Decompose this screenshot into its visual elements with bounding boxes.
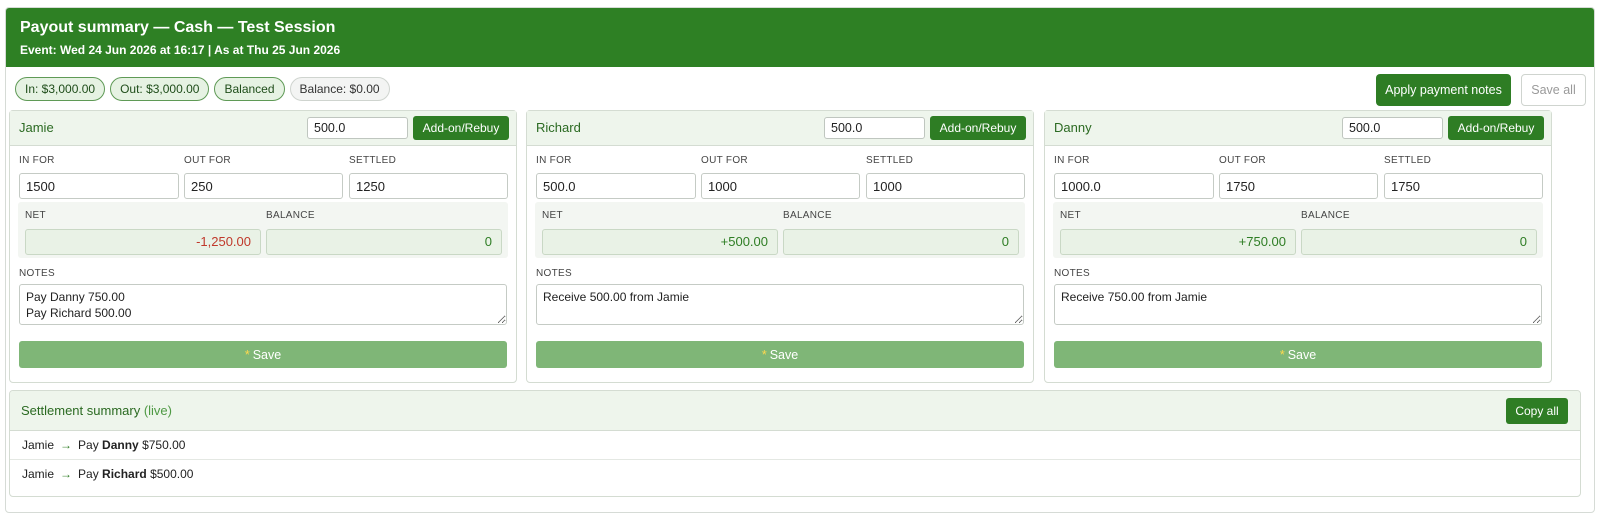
save-button[interactable]: * Save <box>536 341 1024 368</box>
unsaved-star-icon: * <box>244 347 250 362</box>
action-text: Pay <box>78 438 99 452</box>
live-tag: (live) <box>143 403 172 418</box>
save-button[interactable]: * Save <box>1054 341 1542 368</box>
addon-amount-input[interactable] <box>1342 117 1443 139</box>
arrow-right-icon: → <box>60 467 73 481</box>
out-for-label: OUT FOR <box>701 155 748 166</box>
settled-label: SETTLED <box>866 155 914 166</box>
balance-label: BALANCE <box>266 210 315 221</box>
in-for-input[interactable] <box>536 173 696 199</box>
player-card-header: Richard Add-on/Rebuy <box>527 111 1033 146</box>
arrow-right-icon: → <box>60 438 73 452</box>
notes-label: NOTES <box>536 268 572 279</box>
notes-textarea[interactable]: Receive 500.00 from Jamie <box>536 284 1024 325</box>
toolbar: In: $3,000.00 Out: $3,000.00 Balanced Ba… <box>6 67 1594 111</box>
unsaved-star-icon: * <box>1279 347 1285 362</box>
out-for-label: OUT FOR <box>184 155 231 166</box>
net-balance-section: NET BALANCE +500.00 0 <box>535 202 1025 258</box>
settlement-summary: Settlement summary (live) Copy all Jamie… <box>9 390 1581 497</box>
save-all-button[interactable]: Save all <box>1521 74 1586 106</box>
unsaved-star-icon: * <box>761 347 767 362</box>
player-cards: Jamie Add-on/Rebuy IN FOR OUT FOR SETTLE… <box>9 110 1581 383</box>
save-label: Save <box>1287 347 1317 362</box>
in-for-input[interactable] <box>1054 173 1214 199</box>
payer-name: Jamie <box>22 438 55 452</box>
apply-payment-notes-button[interactable]: Apply payment notes <box>1376 74 1511 106</box>
in-for-label: IN FOR <box>536 155 572 166</box>
out-for-label: OUT FOR <box>1219 155 1266 166</box>
in-for-label: IN FOR <box>1054 155 1090 166</box>
net-balance-section: NET BALANCE +750.00 0 <box>1053 202 1543 258</box>
net-label: NET <box>25 210 46 221</box>
settlement-row: Jamie → Pay Danny $750.00 <box>10 431 1580 460</box>
settled-label: SETTLED <box>1384 155 1432 166</box>
balanced-status-badge: Balanced <box>214 77 285 101</box>
summary-title-text: Settlement summary <box>21 403 141 418</box>
player-card-header: Danny Add-on/Rebuy <box>1045 111 1551 146</box>
player-card: Danny Add-on/Rebuy IN FOR OUT FOR SETTLE… <box>1044 110 1552 383</box>
save-label: Save <box>769 347 799 362</box>
in-for-label: IN FOR <box>19 155 55 166</box>
addon-rebuy-button[interactable]: Add-on/Rebuy <box>413 116 509 140</box>
addon-rebuy-button[interactable]: Add-on/Rebuy <box>930 116 1026 140</box>
player-card-header: Jamie Add-on/Rebuy <box>10 111 516 146</box>
net-balance-section: NET BALANCE -1,250.00 0 <box>18 202 508 258</box>
net-label: NET <box>1060 210 1081 221</box>
player-name: Danny <box>1054 120 1092 135</box>
addon-amount-input[interactable] <box>307 117 408 139</box>
balance-badge: Balance: $0.00 <box>289 77 390 101</box>
payer-name: Jamie <box>22 467 55 481</box>
panel-header: Payout summary — Cash — Test Session Eve… <box>6 8 1594 67</box>
settlement-summary-title: Settlement summary (live) <box>21 403 172 418</box>
settlement-row: Jamie → Pay Richard $500.00 <box>10 460 1580 489</box>
save-button[interactable]: * Save <box>19 341 507 368</box>
notes-label: NOTES <box>1054 268 1090 279</box>
in-for-input[interactable] <box>19 173 179 199</box>
settled-input[interactable] <box>349 173 508 199</box>
amount: $500.00 <box>150 467 194 481</box>
totals-pills: In: $3,000.00 Out: $3,000.00 Balanced Ba… <box>15 77 390 101</box>
in-total-badge: In: $3,000.00 <box>15 77 106 101</box>
settled-input[interactable] <box>1384 173 1543 199</box>
notes-textarea[interactable]: Receive 750.00 from Jamie <box>1054 284 1542 325</box>
page-subtitle: Event: Wed 24 Jun 2026 at 16:17 | As at … <box>20 43 341 57</box>
balance-label: BALANCE <box>783 210 832 221</box>
net-value: +500.00 <box>542 229 778 255</box>
settled-input[interactable] <box>866 173 1025 199</box>
notes-textarea[interactable]: Pay Danny 750.00 Pay Richard 500.00 <box>19 284 507 325</box>
payee-name: Richard <box>102 467 147 481</box>
save-label: Save <box>252 347 282 362</box>
payee-name: Danny <box>102 438 139 452</box>
out-total-badge: Out: $3,000.00 <box>110 77 210 101</box>
net-value: -1,250.00 <box>25 229 261 255</box>
amount: $750.00 <box>142 438 186 452</box>
player-card: Richard Add-on/Rebuy IN FOR OUT FOR SETT… <box>526 110 1034 383</box>
balance-value: 0 <box>266 229 502 255</box>
player-card: Jamie Add-on/Rebuy IN FOR OUT FOR SETTLE… <box>9 110 517 383</box>
addon-amount-input[interactable] <box>824 117 925 139</box>
notes-label: NOTES <box>19 268 55 279</box>
page-title: Payout summary — Cash — Test Session <box>20 19 336 36</box>
action-text: Pay <box>78 467 99 481</box>
settled-label: SETTLED <box>349 155 397 166</box>
balance-value: 0 <box>1301 229 1537 255</box>
out-for-input[interactable] <box>701 173 860 199</box>
copy-all-button[interactable]: Copy all <box>1506 398 1568 424</box>
balance-label: BALANCE <box>1301 210 1350 221</box>
player-name: Jamie <box>19 120 54 135</box>
net-value: +750.00 <box>1060 229 1296 255</box>
out-for-input[interactable] <box>1219 173 1378 199</box>
player-name: Richard <box>536 120 581 135</box>
balance-value: 0 <box>783 229 1019 255</box>
settlement-summary-header: Settlement summary (live) Copy all <box>10 391 1580 431</box>
addon-rebuy-button[interactable]: Add-on/Rebuy <box>1448 116 1544 140</box>
net-label: NET <box>542 210 563 221</box>
out-for-input[interactable] <box>184 173 343 199</box>
